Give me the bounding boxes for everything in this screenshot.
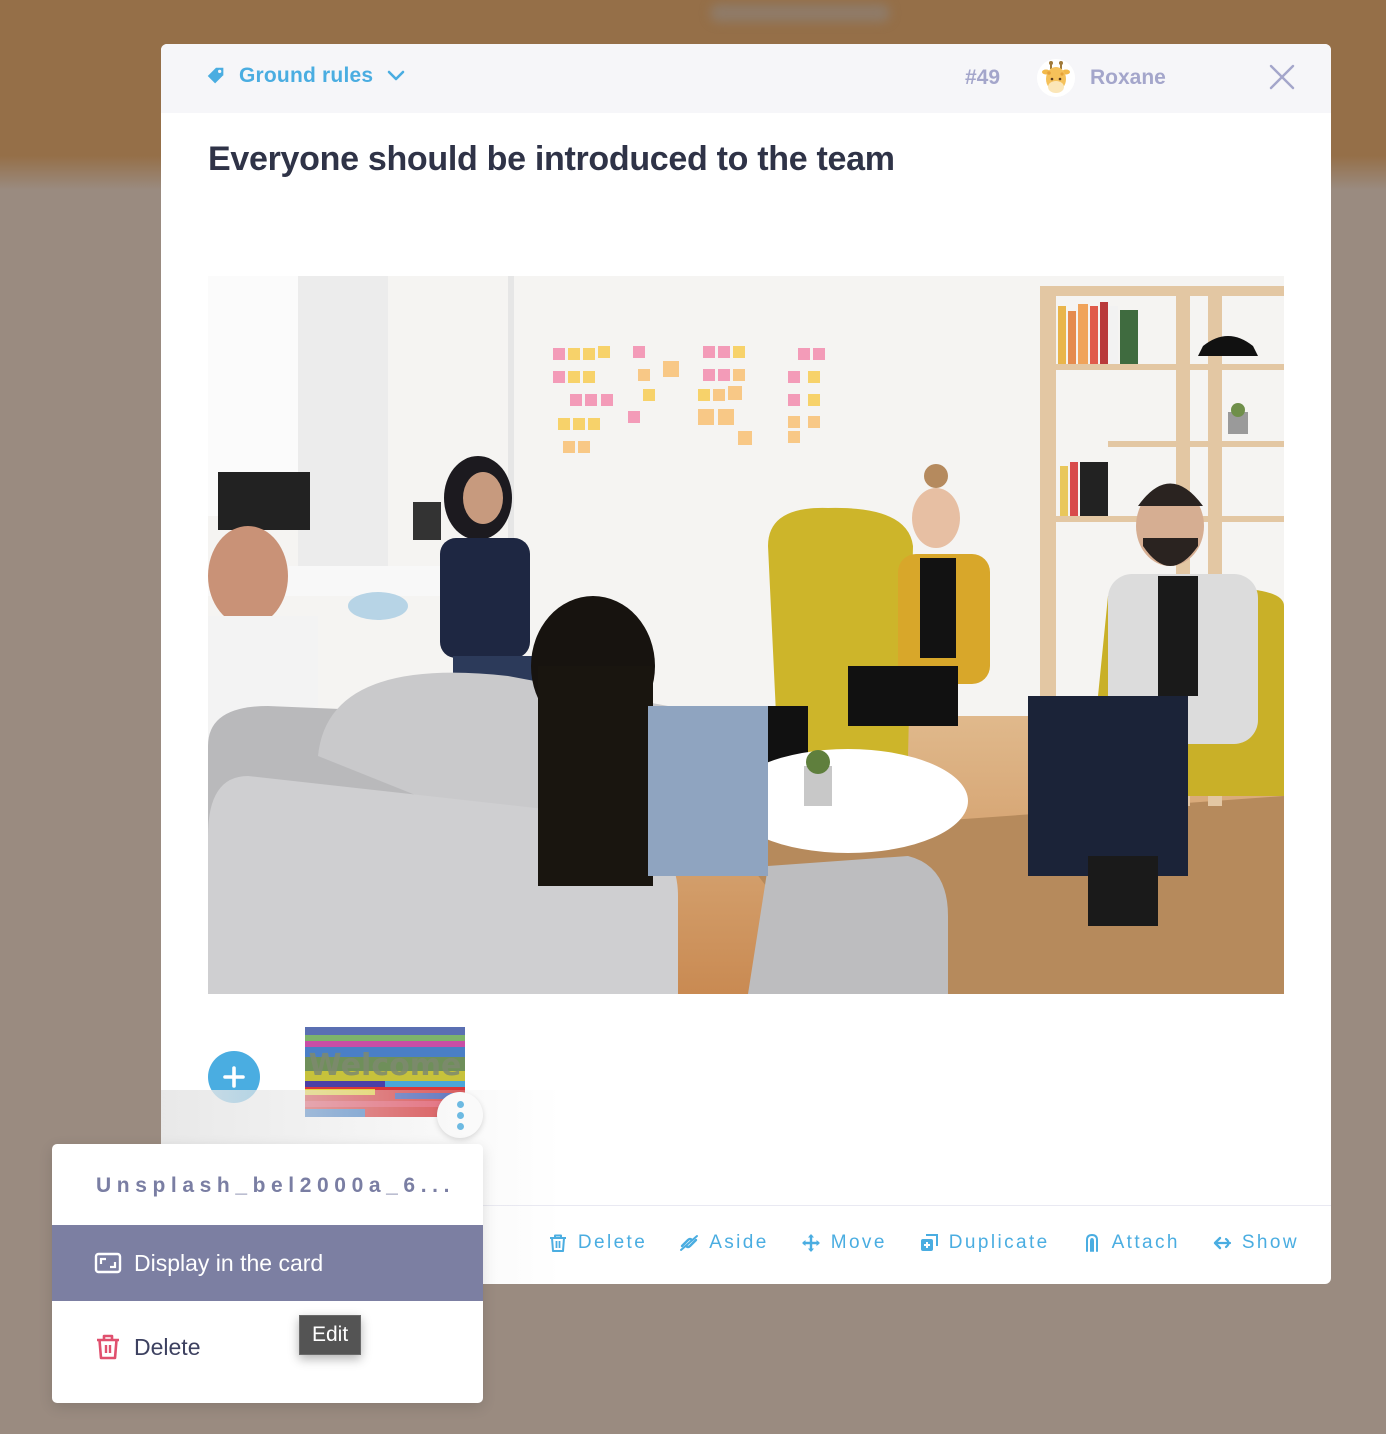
card-number: #49 xyxy=(965,66,1001,89)
edit-tooltip: Edit xyxy=(299,1315,362,1355)
aside-button[interactable]: Aside xyxy=(679,1232,769,1254)
move-button[interactable]: Move xyxy=(801,1232,887,1254)
team-meeting-photo xyxy=(208,276,1284,994)
aside-label: Aside xyxy=(709,1232,769,1253)
more-vertical-icon-dot xyxy=(456,1111,464,1119)
card-actions: Delete Aside Move Duplicate Attach Show xyxy=(548,1232,1299,1254)
attach-label: Attach xyxy=(1111,1232,1180,1253)
attachment-dropdown-menu: Unsplash_bel2000a_6... Display in the ca… xyxy=(52,1144,483,1403)
attachment-filename: Unsplash_bel2000a_6... xyxy=(96,1174,455,1197)
giraffe-avatar-icon xyxy=(1037,59,1075,97)
attach-button[interactable]: Attach xyxy=(1082,1232,1180,1254)
card-header: Ground rules #49 Roxane xyxy=(161,44,1331,113)
paperclip-icon xyxy=(1085,1233,1098,1252)
trash-icon xyxy=(549,1234,566,1252)
aside-icon xyxy=(680,1235,699,1251)
author-name[interactable]: Roxane xyxy=(1090,66,1166,90)
card-modal: Ground rules #49 Roxane Everyone should … xyxy=(161,44,1331,1284)
add-attachment-button[interactable] xyxy=(208,1051,260,1103)
blurred-board-title xyxy=(710,4,890,22)
plus-icon xyxy=(223,1066,245,1088)
cover-image[interactable] xyxy=(208,276,1284,994)
close-button[interactable] xyxy=(1269,64,1295,90)
move-icon xyxy=(801,1234,820,1252)
delete-card-button[interactable]: Delete xyxy=(548,1232,647,1254)
display-in-card-label: Display in the card xyxy=(134,1249,324,1276)
trash-icon xyxy=(97,1334,119,1360)
delete-card-label: Delete xyxy=(577,1232,648,1253)
show-button[interactable]: Show xyxy=(1212,1232,1299,1254)
tag-icon xyxy=(207,67,224,84)
category-selector[interactable]: Ground rules xyxy=(205,64,405,88)
author-avatar[interactable] xyxy=(1037,59,1075,97)
close-icon xyxy=(1269,64,1295,90)
more-vertical-icon-dot xyxy=(456,1122,464,1130)
show-label: Show xyxy=(1241,1232,1299,1253)
chevron-down-icon xyxy=(387,70,405,81)
image-frame-icon xyxy=(94,1252,122,1274)
display-in-card-menu-item[interactable]: Display in the card xyxy=(52,1225,483,1301)
move-label: Move xyxy=(830,1232,887,1253)
duplicate-label: Duplicate xyxy=(948,1232,1050,1253)
attachment-options-button[interactable] xyxy=(437,1092,483,1138)
delete-attachment-label: Delete xyxy=(134,1333,201,1360)
delete-attachment-menu-item[interactable]: Delete xyxy=(52,1309,483,1385)
category-label: Ground rules xyxy=(239,64,374,87)
duplicate-button[interactable]: Duplicate xyxy=(919,1232,1050,1254)
thumbnail-text: Welcome xyxy=(309,1048,462,1083)
more-vertical-icon-dot xyxy=(456,1100,464,1108)
card-title[interactable]: Everyone should be introduced to the tea… xyxy=(208,140,895,179)
duplicate-icon xyxy=(920,1234,938,1251)
show-icon xyxy=(1213,1236,1231,1250)
